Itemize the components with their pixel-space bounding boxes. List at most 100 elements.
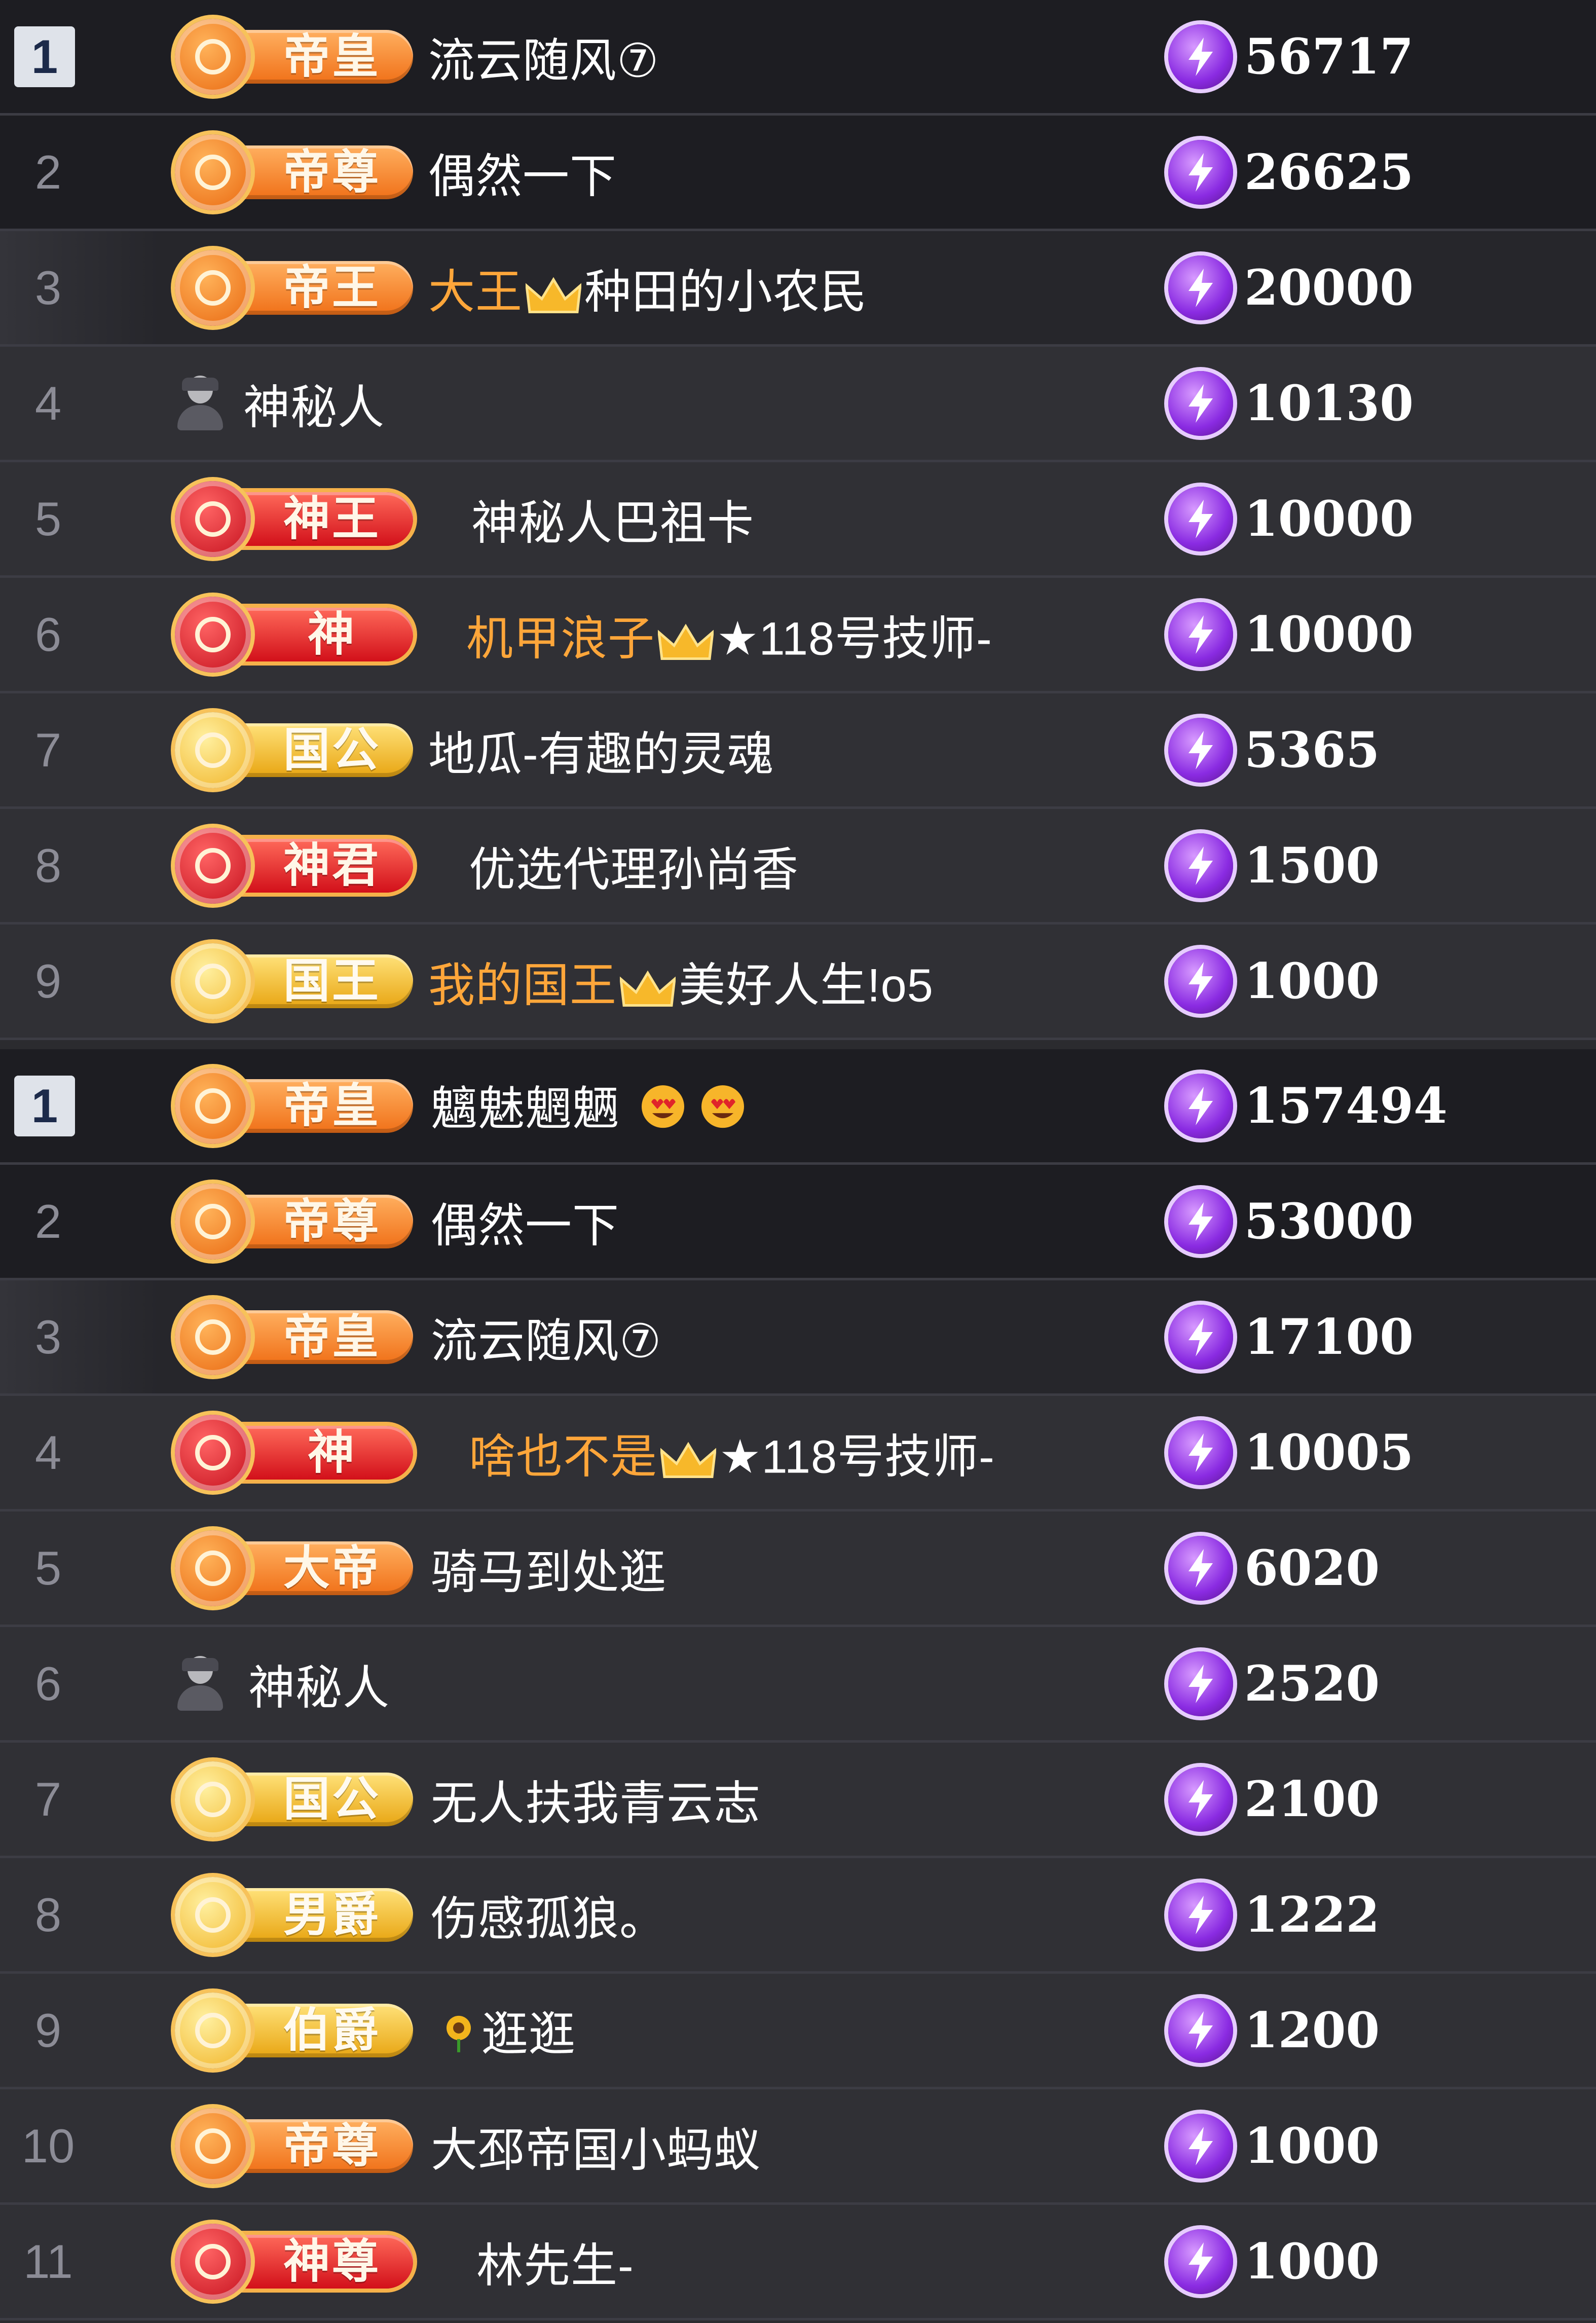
rank-number: 10 [21, 2119, 75, 2172]
tier-label: 神君 [283, 839, 381, 892]
list-item[interactable]: 5 神王 神秘人巴祖卡 10000 [0, 462, 1596, 578]
list-item[interactable]: 1 帝皇 魑魅魍魉 157494 [0, 1049, 1596, 1165]
tier-label: 国公 [283, 724, 381, 776]
tier-badge: 神 [175, 596, 418, 673]
crown-icon [525, 275, 582, 316]
user-name: 伤感孤狼。 [431, 1893, 667, 1945]
medal-icon [175, 134, 251, 210]
user-name: 神秘人 [248, 1662, 390, 1714]
medal-icon [175, 1414, 251, 1491]
medal-icon [175, 249, 251, 326]
user-name-group: 大王 种田的小农民 [428, 254, 867, 321]
list-item[interactable]: 4 神 啥也不是 ★118号技师- 10005 [0, 1396, 1596, 1511]
list-item[interactable]: 5 大帝 骑马到处逛 6020 [0, 1511, 1596, 1627]
heart-eyes-emoji-icon [700, 1084, 746, 1140]
score-value: 1200 [1244, 2002, 1380, 2059]
tier-badge: 国公 [175, 1761, 418, 1837]
medal-icon [175, 1530, 251, 1606]
score-value: 10130 [1244, 375, 1414, 432]
list-item[interactable]: 8 男爵 伤感孤狼。 1222 [0, 1858, 1596, 1974]
score: 6020 [1168, 1535, 1380, 1601]
tier-label: 帝皇 [283, 1311, 381, 1363]
user-name-prefix: 大王 [428, 266, 523, 318]
list-item[interactable]: 11 神尊 林先生- 1000 [0, 2205, 1596, 2320]
tier-badge: 帝尊 [175, 2108, 418, 2184]
user-name: ★118号技师- [719, 1431, 995, 1483]
lightning-gem-icon [1168, 1535, 1233, 1601]
user-name: 优选代理孙尚香 [469, 844, 799, 896]
mystery-person-icon [175, 1655, 226, 1712]
user-name-prefix: 我的国王 [428, 960, 617, 1011]
user-name: 流云随风⑦ [431, 1315, 662, 1367]
medal-icon [175, 481, 251, 557]
medal-icon [175, 2108, 251, 2184]
lightning-gem-icon [1168, 486, 1233, 551]
user-name: 偶然一下 [428, 151, 617, 202]
tier-badge: 帝尊 [175, 134, 418, 210]
tier-badge: 帝王 [175, 249, 418, 326]
tier-badge: 神尊 [175, 2223, 418, 2300]
user-name: 地瓜-有趣的灵魂 [428, 728, 774, 780]
score-value: 1222 [1244, 1886, 1380, 1943]
list-item[interactable]: 6 神 机甲浪子 ★118号技师- 10000 [0, 578, 1596, 693]
rank-number: 9 [34, 954, 62, 1008]
list-item[interactable]: 7 国公 无人扶我青云志 2100 [0, 1743, 1596, 1858]
score: 1500 [1168, 833, 1380, 899]
medal-icon [175, 1067, 251, 1144]
score: 2100 [1168, 1766, 1380, 1832]
score: 56717 [1168, 24, 1414, 90]
list-item[interactable]: 6 神秘人 2520 [0, 1627, 1596, 1743]
tier-label: 帝王 [283, 262, 381, 314]
lightning-gem-icon [1168, 1420, 1233, 1485]
lightning-gem-icon [1168, 371, 1233, 436]
score-value: 1500 [1244, 837, 1380, 894]
list-item[interactable]: 9 伯爵 逛逛 1200 [0, 1974, 1596, 2089]
tier-label: 神王 [283, 493, 381, 545]
rank-number: 7 [34, 1772, 62, 1826]
score-value: 56717 [1244, 28, 1414, 85]
score-value: 157494 [1244, 1077, 1447, 1134]
score: 26625 [1168, 139, 1414, 205]
list-item[interactable]: 2 帝尊 偶然一下 26625 [0, 116, 1596, 231]
lightning-gem-icon [1168, 139, 1233, 205]
user-name: 神秘人 [243, 382, 385, 433]
list-item[interactable]: 4 神秘人 10130 [0, 347, 1596, 462]
tier-badge: 帝皇 [175, 18, 418, 95]
list-item[interactable]: 8 神君 优选代理孙尚香 1500 [0, 809, 1596, 925]
list-item[interactable]: 3 帝皇 流云随风⑦ 17100 [0, 1280, 1596, 1396]
tier-label: 伯爵 [283, 2004, 381, 2056]
score-value: 10000 [1244, 490, 1414, 547]
tier-badge: 大帝 [175, 1530, 418, 1606]
rank-number: 6 [34, 607, 62, 661]
medal-icon [175, 943, 251, 1019]
leaderboard-panel-2: 1 帝皇 魑魅魍魉 157494 2 帝尊 偶然一下 53000 3 帝皇 流云… [0, 1049, 1596, 2320]
medal-icon [175, 1183, 251, 1260]
rank-number: 5 [34, 1541, 62, 1595]
tier-badge: 国王 [175, 943, 418, 1019]
list-item[interactable]: 2 帝尊 偶然一下 53000 [0, 1165, 1596, 1280]
score-value: 10000 [1244, 606, 1414, 663]
tier-label: 帝尊 [283, 146, 381, 198]
user-name: 林先生- [476, 2240, 634, 2292]
score: 2520 [1168, 1651, 1380, 1717]
rank-number: 8 [34, 1888, 62, 1941]
score: 17100 [1168, 1304, 1414, 1370]
user-name-group: 机甲浪子 ★118号技师- [466, 601, 992, 668]
rank-number: 2 [34, 1194, 62, 1248]
list-item[interactable]: 9 国王 我的国王 美好人生!o5 1000 [0, 925, 1596, 1040]
rank-number: 8 [34, 838, 62, 892]
lightning-gem-icon [1168, 717, 1233, 783]
list-item[interactable]: 7 国公 地瓜-有趣的灵魂 5365 [0, 693, 1596, 809]
list-item[interactable]: 3 帝王 大王 种田的小农民 20000 [0, 231, 1596, 347]
user-name: 骑马到处逛 [431, 1546, 667, 1598]
score-value: 53000 [1244, 1193, 1414, 1250]
list-item[interactable]: 1 帝皇 流云随风⑦ 56717 [0, 0, 1596, 116]
tier-badge: 伯爵 [175, 1992, 418, 2069]
lightning-gem-icon [1168, 602, 1233, 667]
tier-label: 神尊 [283, 2235, 381, 2288]
lightning-gem-icon [1168, 2113, 1233, 2179]
score-value: 17100 [1244, 1308, 1414, 1366]
lightning-gem-icon [1168, 1882, 1233, 1947]
rank-number: 4 [34, 1425, 62, 1479]
list-item[interactable]: 10 帝尊 大邳帝国小蚂蚁 1000 [0, 2089, 1596, 2205]
